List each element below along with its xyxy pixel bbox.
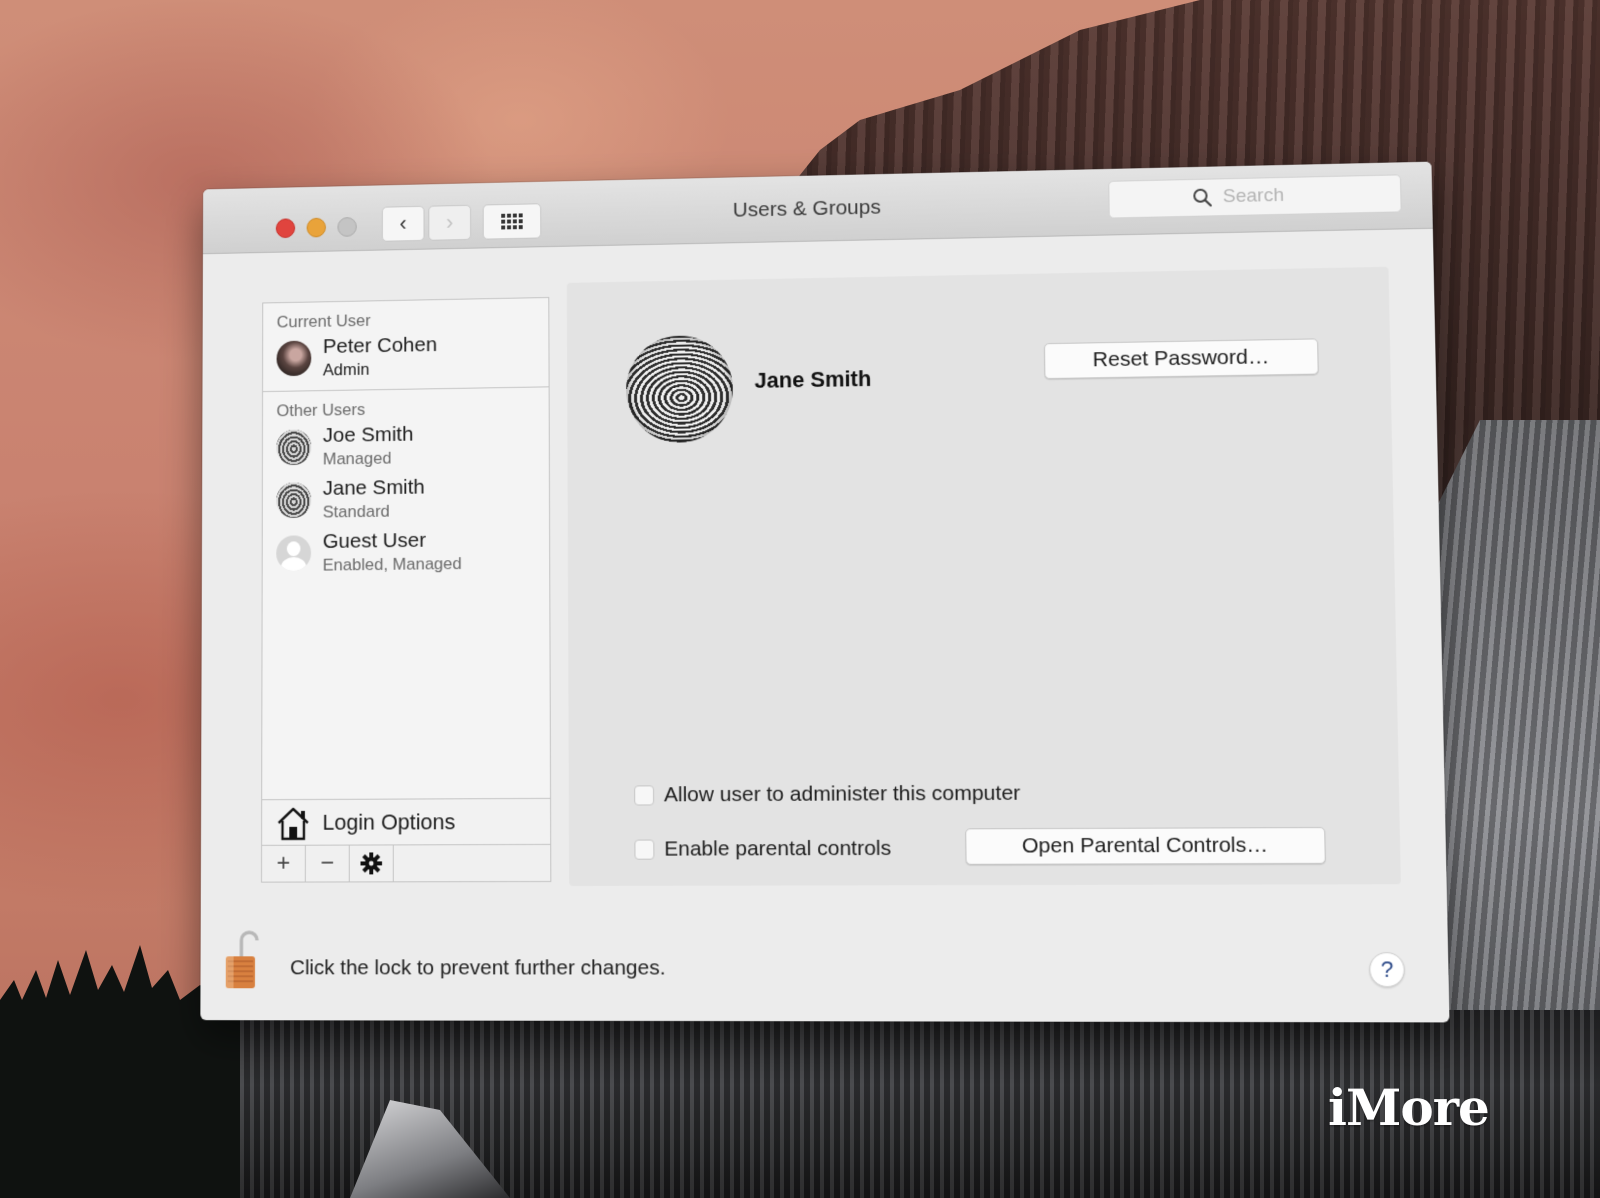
help-button[interactable]: ?: [1368, 952, 1406, 988]
user-name: Jane Smith: [322, 475, 425, 500]
users-groups-window: ‹ › Users & Groups Current User: [200, 161, 1450, 1023]
avatar: [276, 340, 312, 377]
selected-user-name: Jane Smith: [754, 366, 872, 393]
remove-user-button[interactable]: −: [305, 845, 350, 882]
lock-open-icon[interactable]: [224, 926, 263, 990]
add-user-button[interactable]: +: [261, 845, 306, 882]
current-user-section: Current User Peter Cohen Admin: [263, 297, 549, 393]
action-menu-button[interactable]: [349, 845, 394, 882]
user-row-guest-user[interactable]: Guest User Enabled, Managed: [263, 523, 550, 580]
user-name: Peter Cohen: [322, 333, 438, 358]
user-detail-pane: Jane Smith Reset Password… Allow user to…: [566, 266, 1401, 886]
allow-admin-checkbox[interactable]: [634, 785, 655, 806]
lock-message: Click the lock to prevent further change…: [290, 956, 666, 980]
imore-watermark: iMore: [1328, 1078, 1490, 1137]
avatar: [276, 429, 312, 466]
gear-icon: [360, 852, 383, 875]
user-picture[interactable]: [625, 334, 734, 444]
minus-icon: −: [320, 849, 335, 877]
reset-password-button[interactable]: Reset Password…: [1043, 338, 1319, 380]
users-sidebar: Current User Peter Cohen Admin Other Use…: [261, 296, 552, 883]
user-name: Guest User: [322, 528, 427, 553]
login-options-item[interactable]: Login Options: [262, 797, 551, 846]
house-icon: [276, 805, 311, 841]
parental-controls-row[interactable]: Enable parental controls: [634, 837, 891, 862]
allow-admin-label: Allow user to administer this computer: [663, 781, 1021, 807]
user-role: Admin: [322, 359, 370, 380]
user-role: Managed: [322, 448, 392, 469]
user-row-jane-smith[interactable]: Jane Smith Standard: [263, 470, 549, 527]
user-row-joe-smith[interactable]: Joe Smith Managed: [263, 417, 549, 474]
sidebar-toolbar: + −: [261, 843, 551, 882]
login-options-label: Login Options: [322, 809, 456, 835]
open-parental-controls-button[interactable]: Open Parental Controls…: [965, 827, 1326, 865]
user-role: Standard: [322, 501, 390, 522]
user-role: Enabled, Managed: [322, 554, 462, 575]
search-field[interactable]: [1108, 174, 1402, 219]
question-mark-icon: ?: [1380, 956, 1394, 983]
plus-icon: +: [276, 849, 291, 877]
search-icon: [1192, 187, 1213, 207]
allow-admin-row[interactable]: Allow user to administer this computer: [634, 782, 1020, 808]
avatar: [276, 482, 312, 519]
guest-avatar-icon: [276, 535, 312, 572]
parental-controls-label: Enable parental controls: [664, 836, 892, 861]
user-name: Joe Smith: [322, 422, 414, 447]
other-users-header: Other Users: [276, 400, 366, 421]
search-input[interactable]: [1220, 183, 1317, 210]
user-row-peter-cohen[interactable]: Peter Cohen Admin: [263, 327, 549, 385]
parental-controls-checkbox[interactable]: [634, 839, 655, 860]
